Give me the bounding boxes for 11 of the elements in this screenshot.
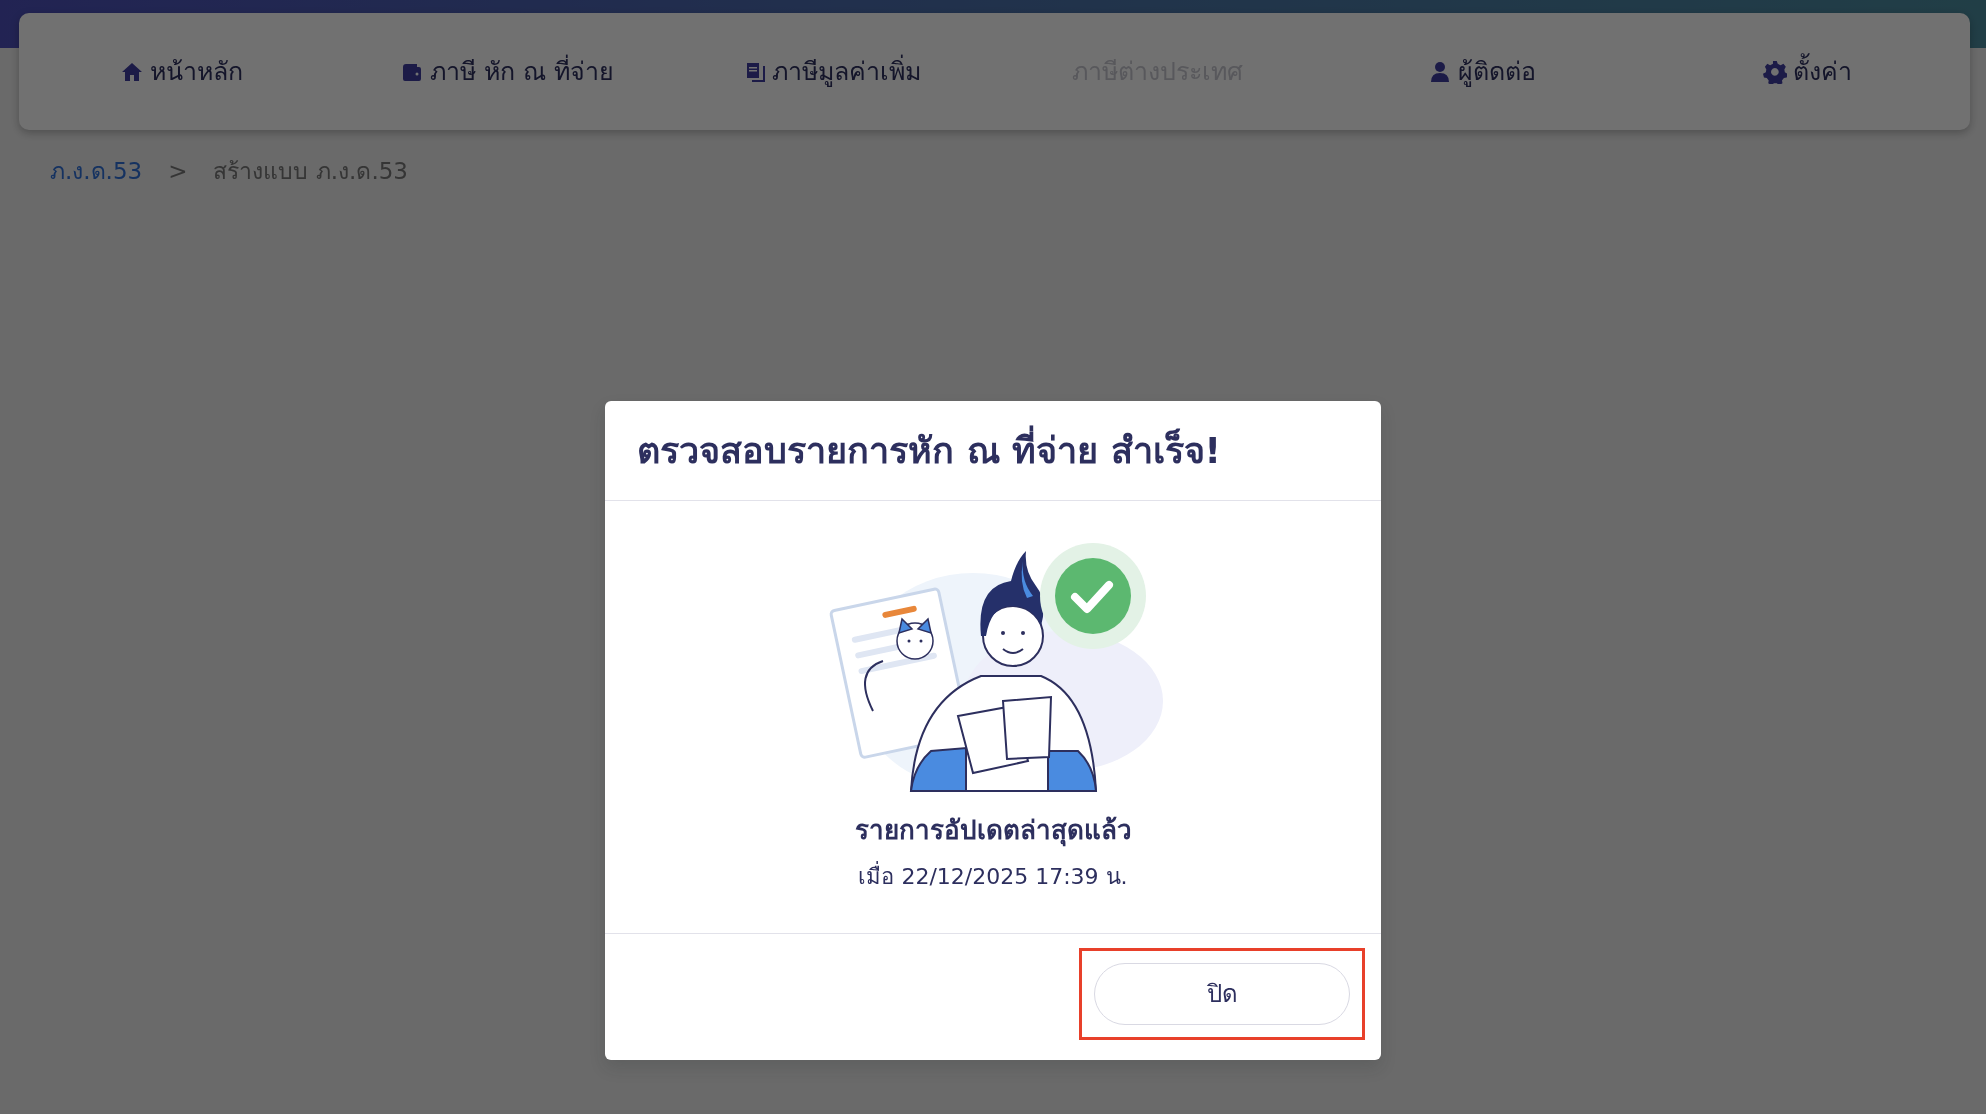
- breadcrumb-separator: >: [168, 157, 188, 186]
- nav-link[interactable]: ตั้งค่า: [1644, 13, 1971, 130]
- nav-link[interactable]: หน้าหลัก: [19, 13, 345, 130]
- nav-link[interactable]: ภาษีมูลค่าเพิ่ม: [669, 13, 995, 130]
- gear-icon: [1762, 59, 1787, 84]
- close-button[interactable]: ปิด: [1094, 963, 1350, 1026]
- nav-link[interactable]: ผู้ติดต่อ: [1319, 13, 1645, 130]
- breadcrumb-link[interactable]: ภ.ง.ด.53: [50, 154, 143, 189]
- status-heading: รายการอัปเดตล่าสุดแล้ว: [853, 814, 1133, 849]
- nav-link[interactable]: ภาษี หัก ณ ที่จ่าย: [344, 13, 670, 130]
- update-timestamp: เมื่อ 22/12/2025 17:39 น.: [625, 860, 1361, 894]
